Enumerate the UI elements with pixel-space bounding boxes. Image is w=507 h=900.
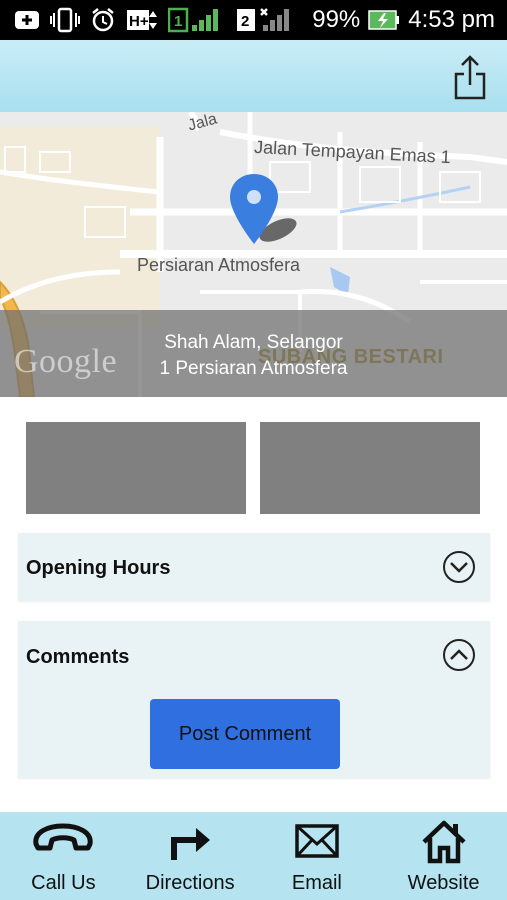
comments-title: Comments [26, 646, 130, 668]
battery-percent: 99% [312, 6, 361, 33]
alarm-icon [90, 7, 116, 33]
clock: 4:53 pm [408, 6, 495, 33]
nav-directions[interactable]: Directions [127, 812, 254, 900]
share-button[interactable] [453, 54, 487, 100]
chevron-up-circle-icon[interactable] [442, 638, 476, 672]
sim2-signal-icon: 2 [236, 6, 292, 34]
image-placeholder-left[interactable] [26, 422, 246, 514]
phone-icon [33, 823, 93, 851]
nav-website-label: Website [407, 872, 480, 894]
chevron-down-circle-icon[interactable] [442, 550, 476, 584]
svg-text:H+: H+ [129, 13, 149, 30]
header-bar [0, 40, 507, 112]
nav-email[interactable]: Email [254, 812, 381, 900]
address-line-2: 1 Persiaran Atmosfera [159, 358, 348, 379]
address-line-1: Shah Alam, Selangor [164, 332, 343, 353]
nav-website[interactable]: Website [380, 812, 507, 900]
svg-text:2: 2 [241, 13, 249, 30]
nav-call-us[interactable]: Call Us [0, 812, 127, 900]
vibrate-icon [50, 7, 80, 33]
network-type-icon: H+ [126, 7, 158, 33]
envelope-icon [295, 824, 339, 858]
location-pin-icon [230, 174, 297, 244]
road-label-atmosfera: Persiaran Atmosfera [137, 255, 301, 275]
share-icon [454, 55, 486, 100]
status-bar: H+ 1 2 99% 4:53 pm [0, 0, 507, 40]
sim1-signal-icon: 1 [168, 6, 226, 34]
add-notification-icon [14, 9, 40, 31]
nav-directions-label: Directions [145, 872, 235, 894]
image-placeholder-right[interactable] [260, 422, 480, 514]
opening-hours-panel[interactable]: Opening Hours [18, 533, 490, 601]
nav-email-label: Email [291, 872, 342, 894]
directions-arrow-icon [171, 828, 211, 860]
svg-text:1: 1 [174, 13, 182, 30]
post-comment-button[interactable]: Post Comment [150, 699, 340, 769]
battery-charging-icon [368, 9, 400, 31]
opening-hours-title: Opening Hours [26, 557, 171, 579]
comments-panel: Comments Post Comment [18, 621, 490, 778]
home-icon [422, 820, 466, 864]
bottom-navigation: Call Us Directions Email Website [0, 812, 507, 900]
nav-call-us-label: Call Us [31, 872, 96, 894]
